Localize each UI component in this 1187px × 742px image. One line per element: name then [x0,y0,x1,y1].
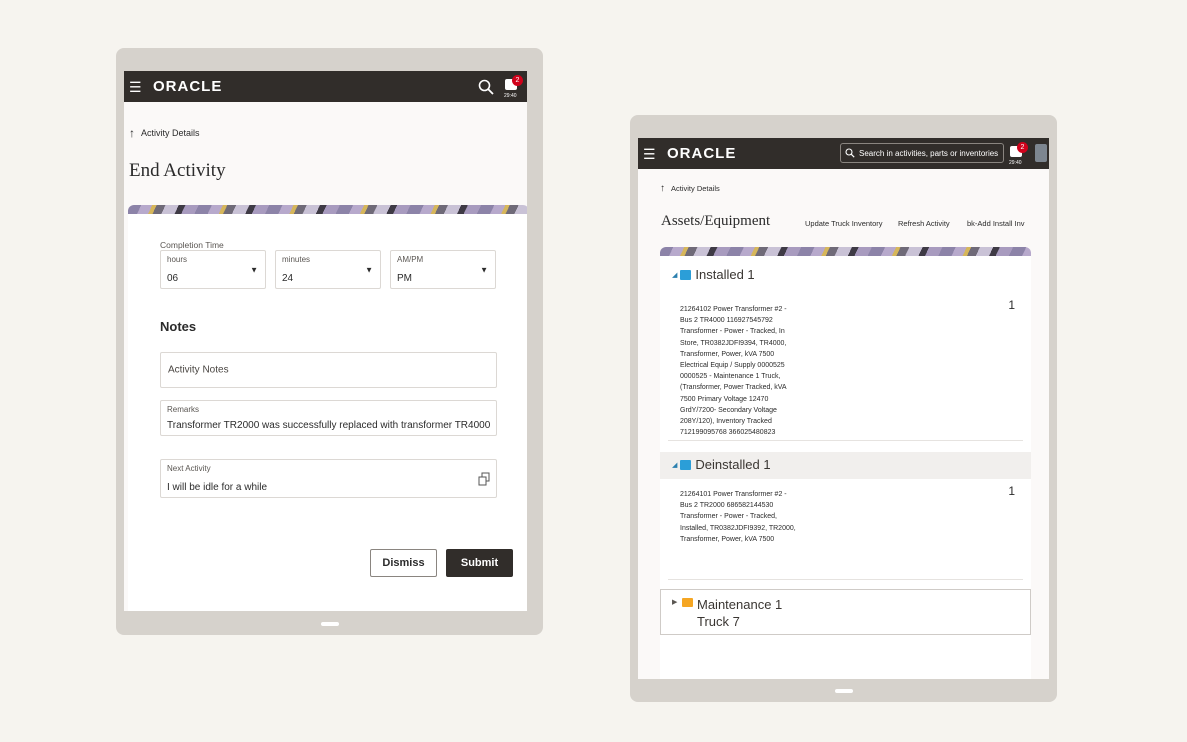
ampm-value: PM [397,273,412,284]
back-link-label: Activity Details [141,128,200,138]
dismiss-button[interactable]: Dismiss [370,549,437,577]
oracle-logo: ORACLE [153,78,223,95]
screen-end-activity: ☰ ORACLE 2 29:40 ↑ Activity Details End … [124,71,527,611]
maintenance-title: Maintenance 1 [697,597,783,612]
avatar[interactable] [1035,144,1047,162]
back-link[interactable]: ↑ Activity Details [660,183,720,194]
page-title: Assets/Equipment [661,213,771,229]
chevron-down-icon: ▼ [250,265,258,274]
notification-badge: 2 [1017,142,1028,153]
search-icon[interactable] [477,78,495,96]
submit-button[interactable]: Submit [446,549,513,577]
installed-section-header[interactable]: ◢ Installed 1 [672,267,755,282]
next-activity-value: I will be idle for a while [167,482,268,493]
minutes-value: 24 [282,273,294,284]
next-activity-label: Next Activity [167,464,211,473]
home-indicator [834,689,853,693]
minutes-select[interactable]: minutes 24 ▼ [275,250,381,289]
notifications-icon[interactable]: 2 29:40 [503,74,523,100]
minutes-label: minutes [282,255,311,264]
back-link-label: Activity Details [671,184,720,193]
hours-value: 06 [167,273,179,284]
installed-quantity: 1 [1008,298,1015,312]
deinstalled-item[interactable]: 21264101 Power Transformer #2 - Bus 2 TR… [680,489,798,545]
truck-icon [682,598,693,607]
app-header: ☰ ORACLE 2 29:40 [124,71,527,102]
activity-notes-placeholder: Activity Notes [168,364,229,376]
screen-assets-equipment: ☰ ORACLE Search in activities, parts or … [638,138,1049,679]
hamburger-menu-icon[interactable]: ☰ [129,80,143,94]
collapsed-triangle-icon: ▶ [672,599,678,606]
back-link[interactable]: ↑ Activity Details [129,126,200,140]
page-title: End Activity [129,160,226,181]
hours-select[interactable]: hours 06 ▼ [160,250,266,289]
maintenance-subtitle: Truck 7 [697,614,740,629]
hamburger-menu-icon[interactable]: ☰ [643,147,657,161]
search-icon [845,148,855,158]
deinstalled-icon [680,459,692,470]
activity-notes-input[interactable]: Activity Notes [160,352,497,388]
tablet-assets-equipment: ☰ ORACLE Search in activities, parts or … [630,115,1057,702]
arrow-up-icon: ↑ [660,183,665,194]
maintenance-truck-row[interactable]: ▶ Maintenance 1 Truck 7 [660,589,1031,635]
clock-time: 29:40 [504,92,517,99]
search-placeholder: Search in activities, parts or inventori… [859,148,999,158]
clock-time: 29:40 [1009,160,1022,166]
update-truck-inventory-button[interactable]: Update Truck Inventory [805,219,883,228]
refresh-activity-button[interactable]: Refresh Activity [898,219,950,228]
expand-triangle-icon: ◢ [672,461,678,469]
chevron-down-icon: ▼ [480,265,488,274]
tablet-end-activity: ☰ ORACLE 2 29:40 ↑ Activity Details End … [116,48,543,635]
oracle-logo: ORACLE [667,145,737,162]
home-indicator [320,622,339,626]
decorative-banner [128,205,527,214]
end-activity-form: Completion Time hours 06 ▼ minutes 24 ▼ … [128,214,527,611]
divider [668,440,1023,441]
add-install-inventory-button[interactable]: bk-Add Install Inv [967,219,1025,228]
decorative-banner [660,247,1031,256]
next-activity-field[interactable]: Next Activity I will be idle for a while [160,459,497,498]
search-input[interactable]: Search in activities, parts or inventori… [840,143,1004,163]
copy-icon[interactable] [478,472,490,491]
arrow-up-icon: ↑ [129,126,135,140]
hours-label: hours [167,255,188,264]
ampm-select[interactable]: AM/PM PM ▼ [390,250,496,289]
assets-list: ◢ Installed 1 21264102 Power Transformer… [660,256,1031,679]
ampm-label: AM/PM [397,255,424,264]
notes-heading: Notes [160,319,197,334]
divider [668,579,1023,580]
deinstalled-section-header[interactable]: ◢ Deinstalled 1 [672,457,771,472]
installed-item[interactable]: 21264102 Power Transformer #2 - Bus 2 TR… [680,304,798,438]
notification-badge: 2 [512,74,523,86]
chevron-down-icon: ▼ [365,265,373,274]
remarks-label: Remarks [167,405,200,414]
remarks-field[interactable]: Remarks Transformer TR2000 was successfu… [160,400,497,436]
expand-triangle-icon: ◢ [672,271,678,279]
deinstalled-title: Deinstalled 1 [695,457,771,472]
installed-title: Installed 1 [695,267,755,282]
notifications-icon[interactable]: 2 29:40 [1008,141,1028,167]
remarks-value: Transformer TR2000 was successfully repl… [167,420,491,431]
installed-icon [680,269,692,280]
completion-time-label: Completion Time [160,240,224,250]
deinstalled-quantity: 1 [1008,484,1015,498]
